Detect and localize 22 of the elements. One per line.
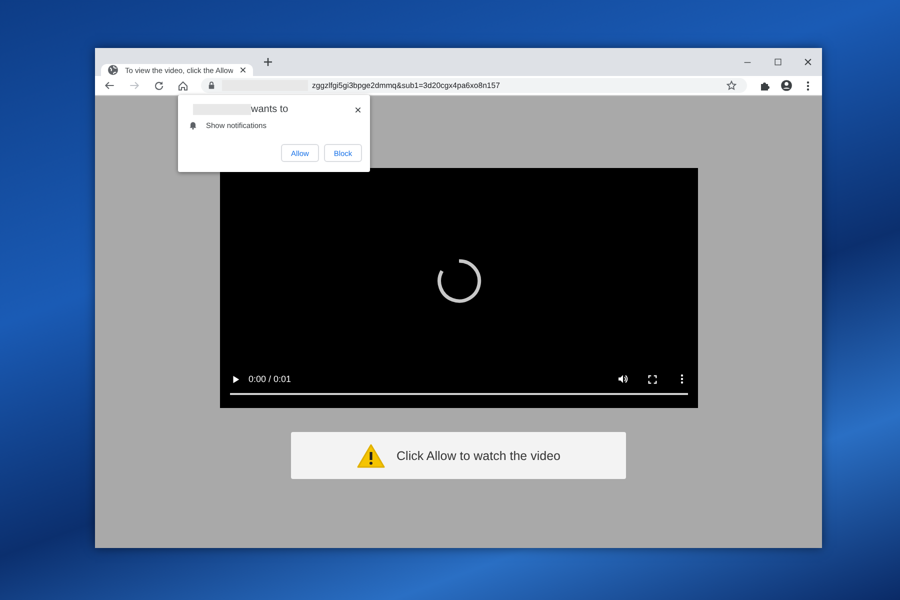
notice-text: Click Allow to watch the video [396, 448, 560, 462]
close-icon[interactable] [354, 106, 362, 114]
bookmark-star-icon [726, 80, 737, 91]
loading-spinner-icon [436, 258, 482, 304]
back-arrow-icon [103, 79, 116, 92]
reload-icon [153, 80, 165, 92]
bell-icon [188, 120, 198, 130]
home-icon [177, 80, 189, 92]
timeline-track[interactable] [230, 393, 688, 395]
account-icon [780, 79, 793, 92]
tab-close-icon [239, 66, 247, 74]
puzzle-icon [759, 80, 771, 92]
video-time: 0:00 / 0:01 [248, 374, 292, 384]
warning-icon [356, 444, 385, 468]
plus-icon [262, 56, 274, 68]
maximize-icon [773, 57, 783, 67]
popup-message: wants to [251, 104, 288, 115]
window-close-icon [803, 57, 813, 67]
volume-icon [616, 373, 628, 385]
lock-icon [207, 81, 216, 90]
forward-arrow-icon [128, 79, 141, 92]
fullscreen-icon [646, 374, 658, 384]
